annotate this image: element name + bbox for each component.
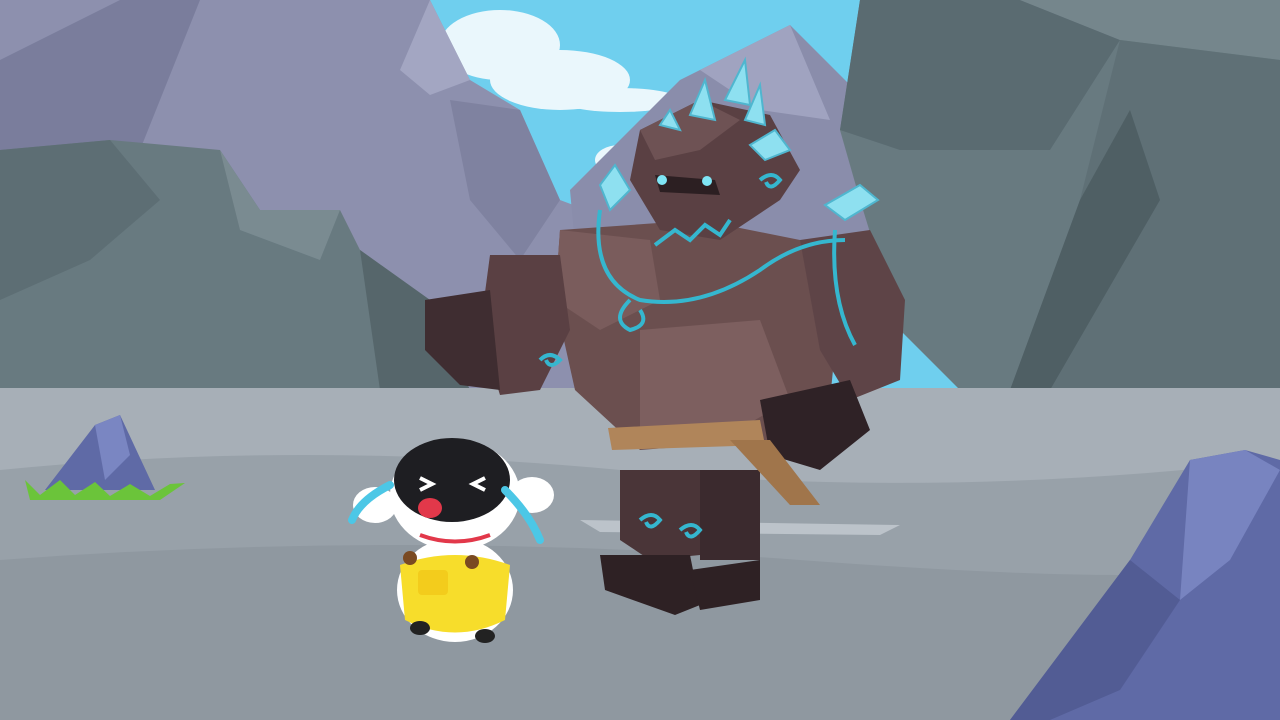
scene <box>0 0 1280 720</box>
cliffs-right <box>840 0 1280 390</box>
